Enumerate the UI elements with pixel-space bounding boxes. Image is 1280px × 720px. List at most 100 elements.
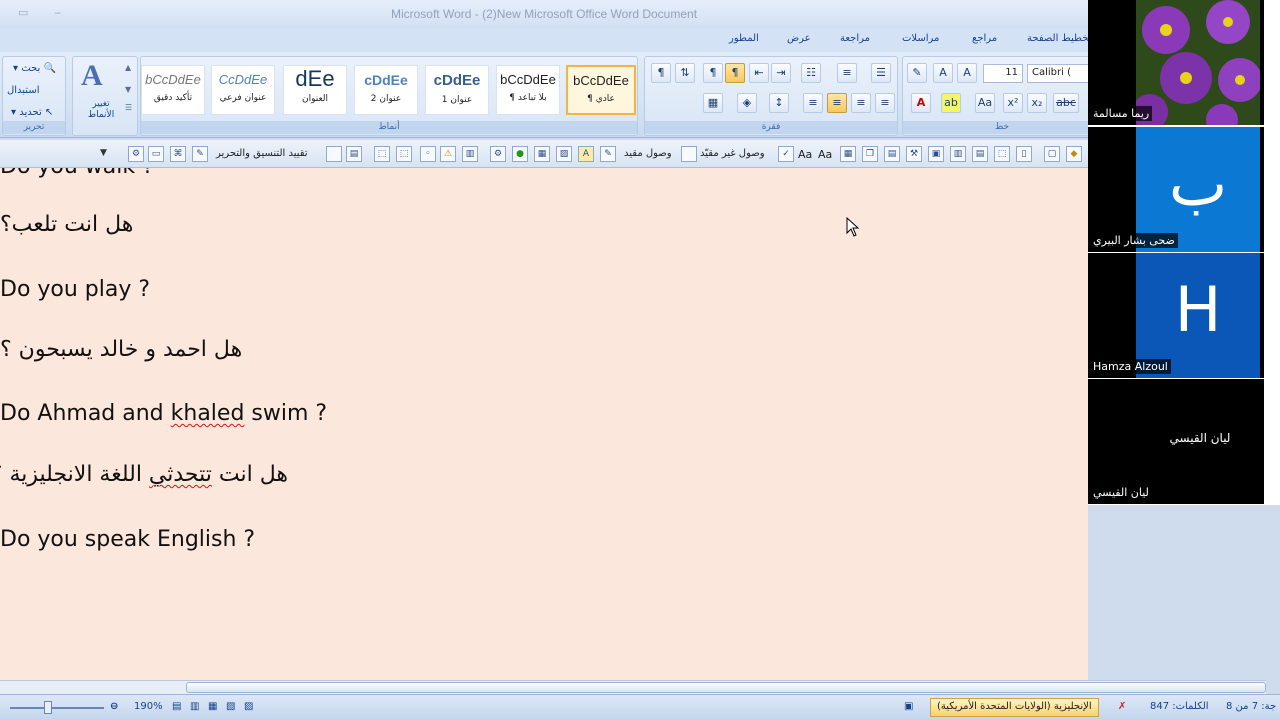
style-heading-2[interactable]: cDdEe عنوان 2: [354, 65, 418, 115]
styles-scroll-down-icon[interactable]: ▼: [125, 85, 131, 94]
align-left-icon[interactable]: ≡: [851, 93, 871, 113]
toggle-icon[interactable]: ◦: [420, 146, 436, 162]
justify-icon[interactable]: ≡: [803, 93, 823, 113]
participant-tile-2[interactable]: ب ضحى بشار البيري: [1088, 127, 1264, 252]
numbering-icon[interactable]: ≡: [837, 63, 857, 83]
checkmark-icon[interactable]: ✓: [778, 146, 794, 162]
participant-tile-1[interactable]: ريما مسالمة: [1088, 0, 1264, 125]
style-normal[interactable]: bCcDdEe ¶ عادي: [566, 65, 636, 115]
styles-scroll-up-icon[interactable]: ▲: [125, 63, 131, 72]
table-icon[interactable]: ▦: [840, 146, 856, 162]
unrestricted-access-label[interactable]: وصول غير مقيّد: [700, 148, 765, 159]
show-marks-icon[interactable]: ¶: [651, 63, 671, 83]
style-heading-1[interactable]: cDdEe عنوان 1: [425, 65, 489, 115]
toolbar-options-icon[interactable]: ▼: [100, 148, 107, 158]
style-subtle-emphasis[interactable]: bCcDdEe تأكيد دقيق: [141, 65, 205, 115]
frame-icon[interactable]: ⬚: [374, 146, 390, 162]
rtl-icon[interactable]: ¶: [725, 63, 745, 83]
frame2-icon[interactable]: ⬚: [396, 146, 412, 162]
borders-icon[interactable]: ▦: [703, 93, 723, 113]
tab-review[interactable]: مراجعة: [840, 33, 870, 44]
clear-formatting-icon[interactable]: ✎: [907, 63, 927, 83]
style-title[interactable]: dEe العنوان: [283, 65, 347, 115]
view-draft-icon[interactable]: ▨: [244, 701, 253, 712]
font-color-icon[interactable]: A: [911, 93, 931, 113]
restrict-editing-label[interactable]: تقييد التنسيق والتحرير: [216, 148, 308, 159]
tab-references[interactable]: مراجع: [972, 33, 997, 44]
scrollbar-thumb[interactable]: [186, 682, 1266, 693]
sort-icon[interactable]: ⇅: [675, 63, 695, 83]
style-no-spacing[interactable]: bCcDdEe ¶ بلا تباعد: [496, 65, 560, 115]
doc-icon[interactable]: ▤: [346, 146, 362, 162]
document-page[interactable]: Do you walk ? هل انت تلعب؟ Do you play ?…: [0, 168, 1088, 680]
checkbox-icon[interactable]: [326, 146, 342, 162]
grid-icon[interactable]: ▦: [534, 146, 550, 162]
chart-icon[interactable]: ▨: [556, 146, 572, 162]
pencil-icon[interactable]: ✎: [600, 146, 616, 162]
layout-icon[interactable]: ▥: [950, 146, 966, 162]
participant-tile-3[interactable]: H Hamza Alzoul: [1088, 253, 1264, 378]
find-button[interactable]: ▾ بحث 🔍: [13, 63, 56, 74]
list-icon[interactable]: ▥: [462, 146, 478, 162]
shield-icon[interactable]: ◆: [1066, 146, 1082, 162]
strikethrough-icon[interactable]: abc: [1053, 93, 1079, 113]
select-button[interactable]: ▾ تحديد ↖: [11, 107, 53, 118]
zoom-level[interactable]: 190%: [134, 701, 163, 712]
restricted-access-label[interactable]: وصول مقيد: [624, 148, 672, 159]
view-web-icon[interactable]: ▦: [208, 701, 217, 712]
language-indicator[interactable]: الإنجليزية (الولايات المتحدة الأمريكية): [930, 698, 1099, 717]
layout2-icon[interactable]: ▤: [972, 146, 988, 162]
gear-icon[interactable]: ⚙: [490, 146, 506, 162]
circle-icon[interactable]: ●: [512, 146, 528, 162]
decrease-indent-icon[interactable]: ⇤: [749, 63, 769, 83]
image-icon[interactable]: ▭: [148, 146, 164, 162]
tab-mailings[interactable]: مراسلات: [902, 33, 939, 44]
proofing-icon[interactable]: ✗: [1118, 701, 1126, 712]
participant-tile-4[interactable]: ليان القيسي ليان القيسي: [1088, 379, 1264, 504]
macro-icon[interactable]: ▣: [904, 701, 913, 712]
lock-icon[interactable]: ▢: [1044, 146, 1060, 162]
change-styles-icon[interactable]: A: [81, 59, 103, 93]
zoom-slider[interactable]: [10, 707, 104, 709]
paste-icon[interactable]: ▤: [884, 146, 900, 162]
view-full-screen-icon[interactable]: ▥: [190, 701, 199, 712]
zoom-slider-handle[interactable]: [44, 701, 52, 714]
view-outline-icon[interactable]: ▧: [226, 701, 235, 712]
change-styles-label[interactable]: تغيير الأنماط: [81, 99, 121, 121]
change-case-icon[interactable]: Aa: [975, 93, 995, 113]
wrench-icon[interactable]: ⚒: [906, 146, 922, 162]
tool-icon[interactable]: ⚙: [128, 146, 144, 162]
window-icon[interactable]: ▣: [928, 146, 944, 162]
tab-view[interactable]: عرض: [787, 33, 811, 44]
columns-icon[interactable]: ▯: [1016, 146, 1032, 162]
select-frame-icon[interactable]: ⬚: [994, 146, 1010, 162]
shrink-font-icon[interactable]: A: [933, 63, 953, 83]
warning-icon[interactable]: ⚠: [440, 146, 456, 162]
zoom-out-icon[interactable]: ⊖: [110, 701, 118, 712]
word-count[interactable]: الكلمات: 847: [1150, 701, 1209, 712]
increase-indent-icon[interactable]: ⇥: [771, 63, 791, 83]
aa-icon[interactable]: Aa: [798, 148, 812, 161]
subscript-icon[interactable]: x₂: [1027, 93, 1047, 113]
styles-more-icon[interactable]: ☰: [125, 103, 132, 112]
shading-icon[interactable]: ◈: [737, 93, 757, 113]
page-indicator[interactable]: جة: 7 من 8: [1226, 701, 1276, 712]
tab-developer[interactable]: المطور: [729, 33, 759, 44]
superscript-icon[interactable]: x²: [1003, 93, 1023, 113]
horizontal-scrollbar[interactable]: [0, 680, 1266, 694]
grow-font-icon[interactable]: A: [957, 63, 977, 83]
align-center-icon[interactable]: ≡: [827, 93, 847, 113]
access-checkbox-icon[interactable]: [681, 146, 697, 162]
font-size-select[interactable]: 11: [983, 64, 1023, 83]
style-subtitle[interactable]: CcDdEe عنوان فرعي: [211, 65, 275, 115]
protect-icon[interactable]: ✎: [192, 146, 208, 162]
highlight-icon[interactable]: ab: [941, 93, 961, 113]
align-right-icon[interactable]: ≡: [875, 93, 895, 113]
line-spacing-icon[interactable]: ↕: [769, 93, 789, 113]
replace-button[interactable]: استبدال: [7, 85, 40, 96]
multilevel-list-icon[interactable]: ☷: [801, 63, 821, 83]
tab-page-layout[interactable]: تخطيط الصفحة: [1027, 33, 1092, 44]
view-print-layout-icon[interactable]: ▤: [172, 701, 181, 712]
aa2-icon[interactable]: Aa: [818, 148, 832, 161]
bullets-icon[interactable]: ☰: [871, 63, 891, 83]
